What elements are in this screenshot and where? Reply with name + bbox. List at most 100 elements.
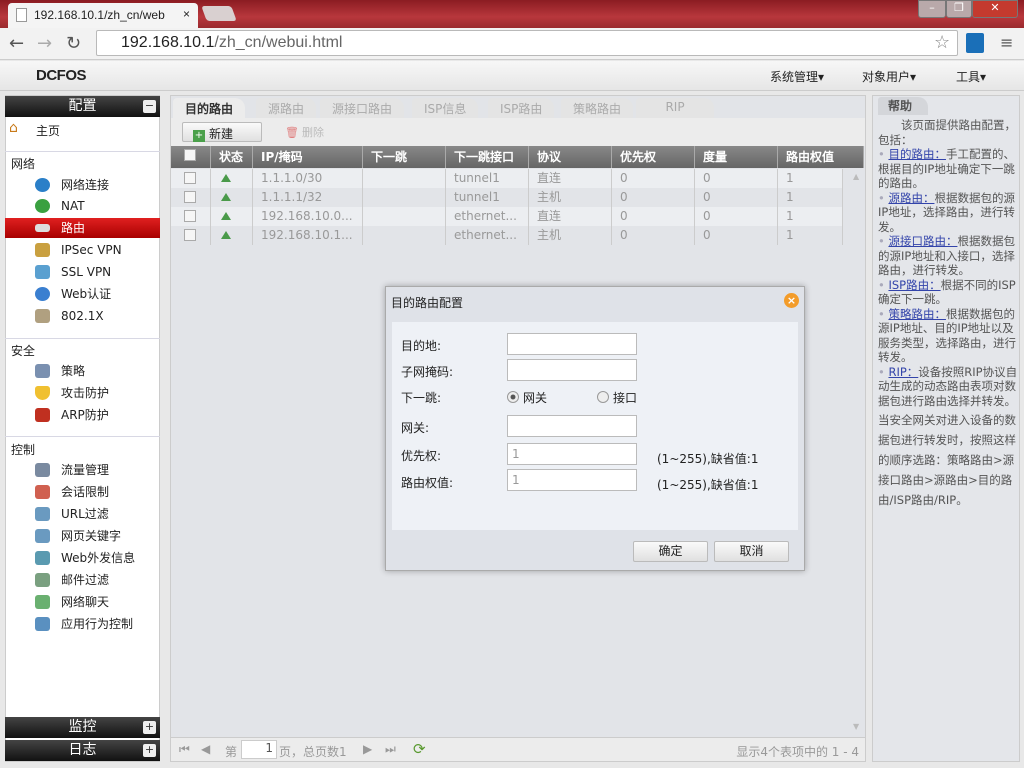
minimize-button[interactable]: –: [918, 0, 946, 18]
browser-tab[interactable]: 192.168.10.1/zh_cn/web ×: [8, 3, 198, 28]
sidebar-item-keyword[interactable]: 网页关键字: [5, 526, 160, 546]
tab-source-route[interactable]: 源路由: [256, 98, 317, 118]
expand-icon[interactable]: +: [143, 744, 156, 757]
tab-source-interface-route[interactable]: 源接口路由: [320, 98, 405, 118]
forward-icon[interactable]: →: [37, 33, 52, 54]
table-row[interactable]: 1.1.1.0/30 tunnel1 直连 0 0 1: [171, 169, 843, 188]
sidebar-item-app-control[interactable]: 应用行为控制: [5, 614, 160, 634]
col-protocol[interactable]: 协议: [529, 146, 612, 168]
select-all-cell[interactable]: [171, 146, 211, 168]
sidebar-item-traffic[interactable]: 流量管理: [5, 460, 160, 480]
weight-input[interactable]: 1: [507, 469, 637, 491]
page-input[interactable]: 1: [241, 740, 277, 759]
col-next-hop[interactable]: 下一跳: [363, 146, 446, 168]
row-checkbox[interactable]: [184, 191, 196, 203]
ok-button[interactable]: 确定: [633, 541, 708, 562]
expand-icon[interactable]: +: [143, 721, 156, 734]
help-link[interactable]: ISP路由：: [888, 278, 940, 292]
close-window-button[interactable]: ✕: [972, 0, 1018, 18]
menu-icon[interactable]: ≡: [1000, 33, 1013, 52]
prev-page-icon[interactable]: ◀: [201, 742, 210, 756]
radio-gateway[interactable]: 网关: [507, 389, 547, 406]
first-page-icon[interactable]: ⏮: [179, 742, 190, 757]
address-bar[interactable]: 192.168.10.1/zh_cn/webui.html: [96, 30, 958, 56]
tab-isp-info[interactable]: ISP信息: [412, 98, 479, 118]
col-priority[interactable]: 优先权: [612, 146, 695, 168]
sidebar-item-attack-defense[interactable]: 攻击防护: [5, 383, 160, 403]
row-select-cell[interactable]: [171, 188, 211, 207]
tab-policy-route[interactable]: 策略路由: [561, 98, 634, 118]
help-link[interactable]: 源接口路由：: [888, 234, 957, 248]
sidebar-item-network-connection[interactable]: 网络连接: [5, 175, 160, 195]
bookmark-star-icon[interactable]: ☆: [934, 32, 950, 53]
row-checkbox[interactable]: [184, 172, 196, 184]
tab-close-icon[interactable]: ×: [183, 7, 190, 21]
scroll-down-icon[interactable]: ▼: [853, 722, 859, 731]
cancel-button[interactable]: 取消: [714, 541, 789, 562]
radio-unchecked[interactable]: [597, 391, 609, 403]
sidebar-item-ssl-vpn[interactable]: SSL VPN: [5, 262, 160, 282]
col-status[interactable]: 状态: [211, 146, 253, 168]
new-tab-button[interactable]: [201, 6, 237, 21]
help-link[interactable]: 源路由：: [888, 191, 934, 205]
radio-interface[interactable]: 接口: [597, 389, 637, 406]
table-cell: ethernet...: [446, 207, 529, 226]
sidebar-item-ipsec-vpn[interactable]: IPSec VPN: [5, 240, 160, 260]
row-select-cell[interactable]: [171, 207, 211, 226]
mask-input[interactable]: [507, 359, 637, 381]
dest-input[interactable]: [507, 333, 637, 355]
next-page-icon[interactable]: ▶: [363, 742, 372, 756]
sidebar-item-session-limit[interactable]: 会话限制: [5, 482, 160, 502]
row-select-cell[interactable]: [171, 169, 211, 188]
refresh-icon[interactable]: ⟳: [413, 740, 426, 758]
gateway-input[interactable]: [507, 415, 637, 437]
sidebar-header-config[interactable]: 配置 −: [5, 96, 160, 117]
row-checkbox[interactable]: [184, 229, 196, 241]
help-link[interactable]: 目的路由：: [888, 147, 946, 161]
col-metric[interactable]: 度量: [695, 146, 778, 168]
table-row[interactable]: 192.168.10.0... ethernet... 直连 0 0 1: [171, 207, 843, 226]
table-row[interactable]: 192.168.10.1... ethernet... 主机 0 0 1: [171, 226, 843, 245]
sidebar-item-routing[interactable]: 路由: [5, 218, 160, 238]
sidebar-item-8021x[interactable]: 802.1X: [5, 306, 160, 326]
sidebar-item-web-auth[interactable]: Web认证: [5, 284, 160, 304]
row-select-cell[interactable]: [171, 226, 211, 245]
scroll-up-icon[interactable]: ▲: [853, 172, 859, 181]
table-cell: [363, 207, 446, 226]
radio-checked[interactable]: [507, 391, 519, 403]
sidebar-header-log[interactable]: 日志 +: [5, 740, 160, 761]
col-next-hop-interface[interactable]: 下一跳接口: [446, 146, 529, 168]
table-row[interactable]: 1.1.1.1/32 tunnel1 主机 0 0 1: [171, 188, 843, 207]
collapse-icon[interactable]: −: [143, 100, 156, 113]
reload-icon[interactable]: ↻: [66, 33, 81, 54]
menu-objects[interactable]: 对象用户▾: [862, 68, 916, 85]
sidebar-item-home[interactable]: 主页: [36, 122, 60, 139]
col-ip-mask[interactable]: IP/掩码: [253, 146, 363, 168]
extension-icon[interactable]: [966, 33, 984, 53]
last-page-icon[interactable]: ⏭: [385, 742, 396, 757]
menu-system[interactable]: 系统管理▾: [770, 68, 824, 85]
close-icon[interactable]: ×: [784, 293, 799, 308]
delete-button[interactable]: 🗑 删除: [285, 124, 324, 140]
maximize-button[interactable]: ❐: [946, 0, 972, 18]
select-all-checkbox[interactable]: [184, 149, 196, 161]
help-link[interactable]: 策略路由：: [888, 307, 946, 321]
new-button[interactable]: + 新建: [182, 122, 262, 142]
sidebar-item-chat[interactable]: 网络聊天: [5, 592, 160, 612]
sidebar-item-policy[interactable]: 策略: [5, 361, 160, 381]
menu-tools[interactable]: 工具▾: [956, 68, 986, 85]
tab-dest-route[interactable]: 目的路由: [173, 98, 246, 118]
sidebar-header-monitor[interactable]: 监控 +: [5, 717, 160, 738]
sidebar-item-nat[interactable]: NAT: [5, 196, 160, 216]
tab-isp-route[interactable]: ISP路由: [488, 98, 555, 118]
row-checkbox[interactable]: [184, 210, 196, 222]
col-weight[interactable]: 路由权值: [778, 146, 864, 168]
sidebar-item-web-outbound[interactable]: Web外发信息: [5, 548, 160, 568]
priority-input[interactable]: 1: [507, 443, 637, 465]
back-icon[interactable]: ←: [9, 33, 24, 54]
tab-rip[interactable]: RIP: [636, 98, 714, 118]
sidebar-item-mail-filter[interactable]: 邮件过滤: [5, 570, 160, 590]
sidebar-item-url-filter[interactable]: URL过滤: [5, 504, 160, 524]
help-link[interactable]: RIP：: [888, 365, 918, 379]
sidebar-item-arp-defense[interactable]: ARP防护: [5, 405, 160, 425]
